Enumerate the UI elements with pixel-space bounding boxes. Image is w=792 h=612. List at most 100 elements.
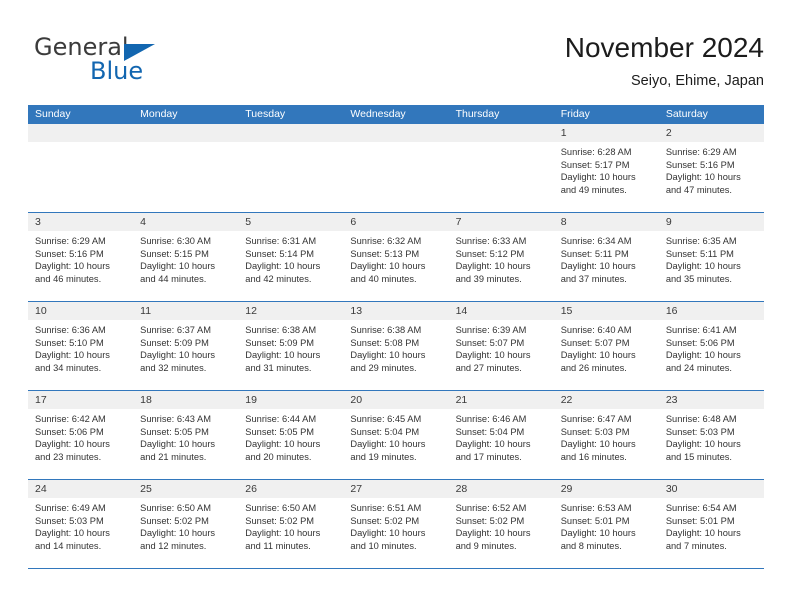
sunset-text: Sunset: 5:15 PM (140, 248, 209, 259)
calendar-day-cell[interactable]: 25 Sunrise: 6:50 AM Sunset: 5:02 PM Dayligh… (133, 480, 239, 568)
daylight-text: Daylight: 10 hours and 47 minutes. (665, 172, 741, 195)
sunrise-text: Sunrise: 6:32 AM (350, 236, 422, 246)
sunrise-text: Sunrise: 6:51 AM (350, 503, 422, 513)
day-sun-info: Sunrise: 6:53 AM Sunset: 5:01 PM Daylight:… (554, 498, 659, 552)
daylight-text: Daylight: 10 hours and 42 minutes. (245, 261, 321, 284)
calendar-day-cell[interactable]: 14 Sunrise: 6:39 AM Sunset: 5:07 PM Dayligh… (448, 302, 554, 390)
calendar-day-cell[interactable]: 22 Sunrise: 6:47 AM Sunset: 5:03 PM Dayligh… (553, 391, 659, 479)
day-number: 18 (140, 394, 152, 406)
daylight-text: Daylight: 10 hours and 10 minutes. (350, 528, 426, 551)
sunset-text: Sunset: 5:06 PM (665, 337, 735, 348)
daylight-text: Daylight: 10 hours and 17 minutes. (455, 439, 531, 462)
calendar-grid: Sunday Monday Tuesday Wednesday Thursday… (28, 105, 764, 569)
calendar-day-cell[interactable]: 26 Sunrise: 6:50 AM Sunset: 5:02 PM Dayligh… (238, 480, 344, 568)
sunset-text: Sunset: 5:01 PM (560, 515, 630, 526)
weekday-header-sunday: Sunday (35, 108, 71, 120)
daylight-text: Daylight: 10 hours and 9 minutes. (455, 528, 531, 551)
sunset-text: Sunset: 5:08 PM (350, 337, 420, 348)
day-number: 1 (560, 127, 567, 139)
day-number-band (133, 124, 239, 142)
calendar-day-cell[interactable]: 30 Sunrise: 6:54 AM Sunset: 5:01 PM Dayligh… (658, 480, 764, 568)
sunset-text: Sunset: 5:16 PM (665, 159, 735, 170)
day-number-band (343, 124, 449, 142)
day-number: 30 (665, 483, 678, 495)
sunrise-text: Sunrise: 6:47 AM (560, 414, 632, 424)
day-sun-info: Sunrise: 6:35 AM Sunset: 5:11 PM Daylight:… (659, 231, 764, 285)
day-sun-info: Sunrise: 6:44 AM Sunset: 5:05 PM Daylight:… (238, 409, 343, 463)
calendar-week-row: 17 Sunrise: 6:42 AM Sunset: 5:06 PM Dayligh… (28, 391, 764, 480)
day-number-band: 4 (133, 213, 239, 231)
calendar-day-cell[interactable]: 21 Sunrise: 6:46 AM Sunset: 5:04 PM Dayligh… (448, 391, 554, 479)
day-sun-info: Sunrise: 6:29 AM Sunset: 5:16 PM Daylight:… (28, 231, 133, 285)
day-number: 23 (665, 394, 678, 406)
day-number-band (238, 124, 344, 142)
calendar-day-cell[interactable]: 23 Sunrise: 6:48 AM Sunset: 5:03 PM Dayligh… (658, 391, 764, 479)
sunset-text: Sunset: 5:10 PM (35, 337, 104, 348)
sunrise-text: Sunrise: 6:30 AM (140, 236, 211, 246)
day-number: 2 (665, 127, 672, 139)
calendar-day-cell[interactable]: 13 Sunrise: 6:38 AM Sunset: 5:08 PM Dayligh… (343, 302, 449, 390)
calendar-day-cell[interactable]: 12 Sunrise: 6:38 AM Sunset: 5:09 PM Dayligh… (238, 302, 344, 390)
calendar-day-cell[interactable]: 28 Sunrise: 6:52 AM Sunset: 5:02 PM Dayligh… (448, 480, 554, 568)
day-number-band: 15 (553, 302, 659, 320)
sunrise-text: Sunrise: 6:37 AM (140, 325, 211, 335)
day-number-band (28, 124, 134, 142)
general-blue-logo[interactable]: General Blue (28, 34, 258, 94)
daylight-text: Daylight: 10 hours and 11 minutes. (245, 528, 321, 551)
sunrise-text: Sunrise: 6:54 AM (665, 503, 737, 513)
day-number-band: 17 (28, 391, 134, 409)
calendar-day-cell[interactable]: 10 Sunrise: 6:36 AM Sunset: 5:10 PM Dayligh… (28, 302, 134, 390)
calendar-day-cell[interactable]: 19 Sunrise: 6:44 AM Sunset: 5:05 PM Dayligh… (238, 391, 344, 479)
calendar-day-cell[interactable]: 1 Sunrise: 6:28 AM Sunset: 5:17 PM Daylight… (553, 124, 659, 212)
day-sun-info: Sunrise: 6:54 AM Sunset: 5:01 PM Daylight:… (659, 498, 764, 552)
day-number-band: 21 (448, 391, 554, 409)
day-sun-info: Sunrise: 6:28 AM Sunset: 5:17 PM Daylight:… (554, 142, 659, 196)
day-number-band: 22 (553, 391, 659, 409)
day-sun-info: Sunrise: 6:52 AM Sunset: 5:02 PM Daylight:… (449, 498, 554, 552)
page-subtitle: Seiyo, Ehime, Japan (631, 73, 764, 89)
calendar-day-cell[interactable]: 15 Sunrise: 6:40 AM Sunset: 5:07 PM Dayligh… (553, 302, 659, 390)
sunrise-text: Sunrise: 6:42 AM (35, 414, 106, 424)
day-number-band: 16 (658, 302, 764, 320)
calendar-day-cell[interactable]: 8 Sunrise: 6:34 AM Sunset: 5:11 PM Daylight… (553, 213, 659, 301)
calendar-day-cell[interactable]: 9 Sunrise: 6:35 AM Sunset: 5:11 PM Daylight… (658, 213, 764, 301)
calendar-day-cell[interactable]: 29 Sunrise: 6:53 AM Sunset: 5:01 PM Dayligh… (553, 480, 659, 568)
calendar-day-cell[interactable]: 18 Sunrise: 6:43 AM Sunset: 5:05 PM Dayligh… (133, 391, 239, 479)
calendar-day-cell[interactable]: 11 Sunrise: 6:37 AM Sunset: 5:09 PM Dayligh… (133, 302, 239, 390)
day-number-band: 9 (658, 213, 764, 231)
calendar-week-row: 1 Sunrise: 6:28 AM Sunset: 5:17 PM Daylight… (28, 124, 764, 213)
calendar-day-cell[interactable]: 27 Sunrise: 6:51 AM Sunset: 5:02 PM Dayligh… (343, 480, 449, 568)
day-sun-info: Sunrise: 6:38 AM Sunset: 5:08 PM Daylight:… (343, 320, 448, 374)
sunrise-text: Sunrise: 6:31 AM (245, 236, 317, 246)
day-number-band: 23 (658, 391, 764, 409)
calendar-day-cell[interactable]: 2 Sunrise: 6:29 AM Sunset: 5:16 PM Daylight… (658, 124, 764, 212)
daylight-text: Daylight: 10 hours and 19 minutes. (350, 439, 426, 462)
sunrise-text: Sunrise: 6:48 AM (665, 414, 737, 424)
calendar-week-row: 3 Sunrise: 6:29 AM Sunset: 5:16 PM Daylight… (28, 213, 764, 302)
day-number-band: 8 (553, 213, 659, 231)
calendar-day-cell[interactable]: 3 Sunrise: 6:29 AM Sunset: 5:16 PM Daylight… (28, 213, 134, 301)
calendar-day-cell[interactable]: 4 Sunrise: 6:30 AM Sunset: 5:15 PM Daylight… (133, 213, 239, 301)
day-sun-info: Sunrise: 6:42 AM Sunset: 5:06 PM Daylight:… (28, 409, 133, 463)
day-number-band: 19 (238, 391, 344, 409)
day-sun-info: Sunrise: 6:47 AM Sunset: 5:03 PM Daylight:… (554, 409, 659, 463)
calendar-day-cell[interactable]: 7 Sunrise: 6:33 AM Sunset: 5:12 PM Daylight… (448, 213, 554, 301)
day-number: 17 (35, 394, 47, 406)
day-number: 19 (245, 394, 257, 406)
sunrise-text: Sunrise: 6:33 AM (455, 236, 527, 246)
calendar-day-cell[interactable]: 16 Sunrise: 6:41 AM Sunset: 5:06 PM Dayligh… (658, 302, 764, 390)
sunset-text: Sunset: 5:17 PM (560, 159, 630, 170)
day-number: 8 (560, 216, 567, 228)
weekday-header-thursday: Thursday (455, 108, 500, 120)
day-number-band: 25 (133, 480, 239, 498)
calendar-day-cell[interactable]: 24 Sunrise: 6:49 AM Sunset: 5:03 PM Dayligh… (28, 480, 134, 568)
calendar-day-cell[interactable]: 6 Sunrise: 6:32 AM Sunset: 5:13 PM Daylight… (343, 213, 449, 301)
calendar-day-cell[interactable]: 17 Sunrise: 6:42 AM Sunset: 5:06 PM Dayligh… (28, 391, 134, 479)
calendar-day-cell[interactable]: 20 Sunrise: 6:45 AM Sunset: 5:04 PM Dayligh… (343, 391, 449, 479)
sunset-text: Sunset: 5:03 PM (560, 426, 630, 437)
sunset-text: Sunset: 5:02 PM (350, 515, 420, 526)
daylight-text: Daylight: 10 hours and 24 minutes. (665, 350, 741, 373)
day-number-band (448, 124, 554, 142)
sunrise-text: Sunrise: 6:39 AM (455, 325, 527, 335)
calendar-day-cell[interactable]: 5 Sunrise: 6:31 AM Sunset: 5:14 PM Daylight… (238, 213, 344, 301)
